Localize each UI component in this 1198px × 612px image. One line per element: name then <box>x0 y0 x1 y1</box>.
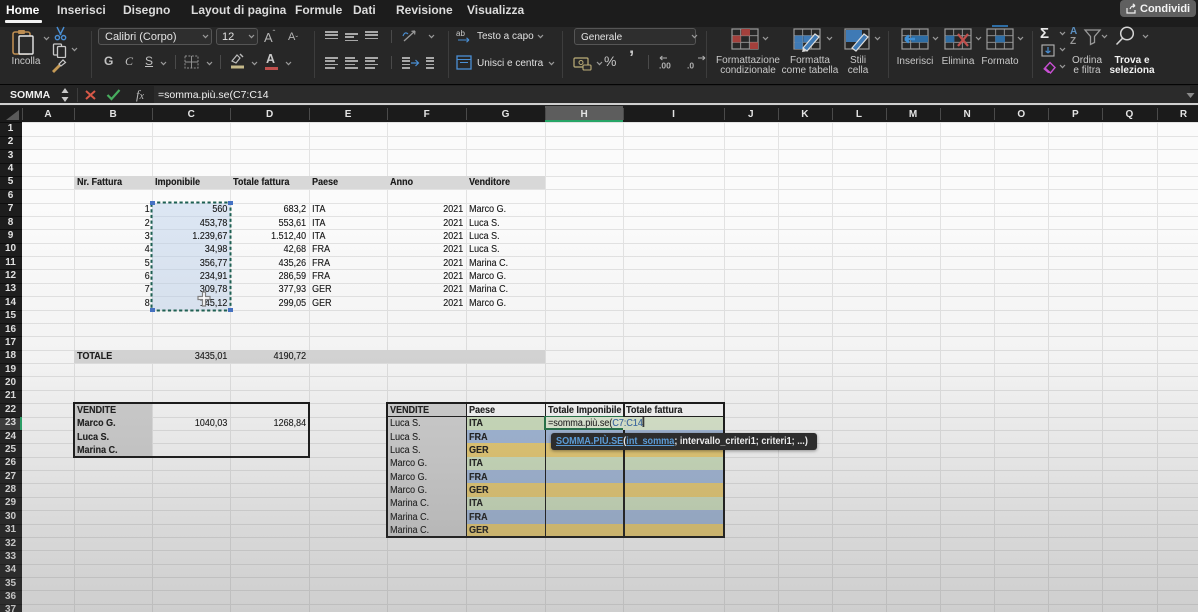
svg-text:ab: ab <box>456 29 465 38</box>
svg-text:.0: .0 <box>687 61 694 70</box>
svg-text:.00: .00 <box>659 61 671 70</box>
